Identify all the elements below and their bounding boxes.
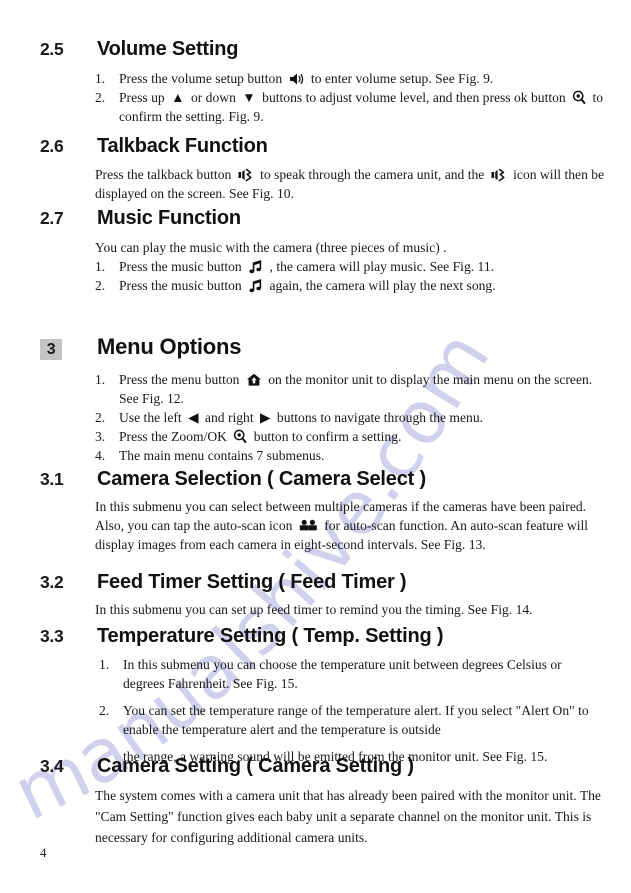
list-marker: 1. (95, 259, 106, 274)
section-3-4-title: Camera Setting ( Camera Setting ) (97, 755, 414, 777)
section-3-body: 1. Press the menu button on the monitor … (95, 370, 605, 465)
triangle-left-icon: ◀ (188, 410, 199, 425)
section-3-2: 3.2 Feed Timer Setting ( Feed Timer ) In… (0, 571, 631, 619)
section-3-3-number: 3.3 (40, 626, 64, 646)
talkback-icon (491, 168, 507, 182)
list-text: Use the left ◀ and right ▶ buttons to na… (119, 410, 484, 425)
list-marker: 1. (95, 372, 106, 387)
music-note-icon (248, 279, 263, 293)
section-2-6-title: Talkback Function (97, 135, 268, 157)
section-2-5: 2.5 Volume Setting 1. Press the volume s… (0, 38, 631, 126)
list-marker: 1. (99, 657, 110, 672)
triangle-right-icon: ▶ (260, 410, 271, 425)
section-3-4-heading: 3.4 Camera Setting ( Camera Setting ) (0, 755, 631, 778)
list-text: The main menu contains 7 submenus. (119, 448, 325, 463)
section-2-7-title: Music Function (97, 207, 241, 229)
list-marker: 2. (95, 90, 106, 105)
section-2-6: 2.6 Talkback Function Press the talkback… (0, 135, 631, 203)
section-2-7-heading: 2.7 Music Function (0, 207, 631, 230)
section-3-4-body: The system comes with a camera unit that… (95, 785, 605, 848)
list-item: 1. Press the menu button on the monitor … (95, 370, 605, 408)
section-2-7-body: You can play the music with the camera (… (95, 238, 605, 295)
list-text: Press the volume setup button to enter v… (119, 71, 494, 86)
section-3-4-number: 3.4 (40, 756, 64, 776)
section-3-2-heading: 3.2 Feed Timer Setting ( Feed Timer ) (0, 571, 631, 594)
list-text: Press up ▲ or down ▼ buttons to adjust v… (119, 90, 604, 124)
list-item: 1. Press the volume setup button to ente… (95, 69, 605, 88)
list-text: Press the music button again, the camera… (119, 278, 496, 293)
zoom-ok-magnifier-icon (233, 429, 247, 444)
section-3-3-heading: 3.3 Temperature Setting ( Temp. Setting … (0, 625, 631, 648)
list-item: 2. You can set the temperature range of … (99, 701, 605, 739)
list-text: Press the music button , the camera will… (119, 259, 495, 274)
section-2-5-title: Volume Setting (97, 38, 239, 60)
section-3-3-body: 1. In this submenu you can choose the te… (99, 655, 605, 766)
section-2-5-list: 1. Press the volume setup button to ente… (95, 69, 605, 126)
section-2-6-heading: 2.6 Talkback Function (0, 135, 631, 158)
section-2-5-heading: 2.5 Volume Setting (0, 38, 631, 61)
section-2-6-body: Press the talkback button to speak throu… (95, 165, 605, 203)
section-2-7-number: 2.7 (40, 208, 64, 228)
section-3-1-paragraph: In this submenu you can select between m… (95, 499, 589, 552)
section-2-7: 2.7 Music Function You can play the musi… (0, 207, 631, 295)
section-3-2-body: In this submenu you can set up feed time… (95, 600, 605, 619)
list-item: 3. Press the Zoom/OK button to confirm a… (95, 427, 605, 446)
section-3-1-title: Camera Selection ( Camera Select ) (97, 468, 426, 490)
section-3-list: 1. Press the menu button on the monitor … (95, 370, 605, 465)
section-2-5-body: 1. Press the volume setup button to ente… (95, 69, 605, 126)
section-3-number: 3 (40, 339, 62, 360)
music-note-icon (248, 260, 263, 274)
section-2-6-paragraph: Press the talkback button to speak throu… (95, 167, 605, 201)
list-item: 2. Press up ▲ or down ▼ buttons to adjus… (95, 88, 605, 126)
section-3-title: Menu Options (97, 334, 242, 359)
talkback-icon (238, 168, 254, 182)
section-3-1-number: 3.1 (40, 469, 64, 489)
speaker-volume-icon (289, 72, 305, 86)
section-3-2-paragraph: In this submenu you can set up feed time… (95, 602, 533, 617)
triangle-up-icon: ▲ (171, 90, 185, 105)
page-number: 4 (40, 845, 47, 860)
home-menu-icon (246, 373, 262, 387)
section-3-4: 3.4 Camera Setting ( Camera Setting ) Th… (0, 755, 631, 848)
list-text: You can set the temperature range of the… (123, 703, 589, 737)
list-marker: 4. (95, 448, 106, 463)
list-marker: 3. (95, 429, 106, 444)
list-marker: 2. (95, 278, 106, 293)
section-3-3: 3.3 Temperature Setting ( Temp. Setting … (0, 625, 631, 766)
list-item: 1. In this submenu you can choose the te… (99, 655, 605, 693)
section-3: 3 Menu Options 1. Press the menu button … (0, 334, 631, 465)
section-3-1-body: In this submenu you can select between m… (95, 497, 605, 554)
triangle-down-icon: ▼ (242, 90, 256, 105)
section-2-6-number: 2.6 (40, 136, 64, 156)
list-item: 2. Press the music button again, the cam… (95, 276, 605, 295)
auto-scan-camera-icon (299, 519, 318, 533)
list-item: 4. The main menu contains 7 submenus. (95, 446, 605, 465)
section-3-4-paragraph: The system comes with a camera unit that… (95, 788, 601, 845)
section-3-heading: 3 Menu Options (0, 334, 631, 360)
section-2-7-list: 1. Press the music button , the camera w… (95, 257, 605, 295)
section-3-2-number: 3.2 (40, 572, 64, 592)
section-3-3-title: Temperature Setting ( Temp. Setting ) (97, 625, 444, 647)
section-2-7-intro: You can play the music with the camera (… (95, 240, 447, 255)
list-item: 1. Press the music button , the camera w… (95, 257, 605, 276)
list-marker: 2. (95, 410, 106, 425)
section-3-3-list: 1. In this submenu you can choose the te… (99, 655, 605, 766)
section-2-5-number: 2.5 (40, 39, 64, 59)
list-text: Press the menu button on the monitor uni… (119, 372, 593, 406)
section-3-1-heading: 3.1 Camera Selection ( Camera Select ) (0, 468, 631, 491)
section-3-2-title: Feed Timer Setting ( Feed Timer ) (97, 571, 407, 593)
list-marker: 1. (95, 71, 106, 86)
list-text: Press the Zoom/OK button to confirm a se… (119, 429, 402, 444)
list-marker: 2. (99, 703, 110, 718)
list-text: In this submenu you can choose the tempe… (123, 657, 562, 691)
zoom-ok-magnifier-icon (572, 90, 586, 105)
section-3-1: 3.1 Camera Selection ( Camera Select ) I… (0, 468, 631, 554)
list-item: 2. Use the left ◀ and right ▶ buttons to… (95, 408, 605, 427)
document-page: manualshive.com 2.5 Volume Setting 1. Pr… (0, 0, 631, 893)
